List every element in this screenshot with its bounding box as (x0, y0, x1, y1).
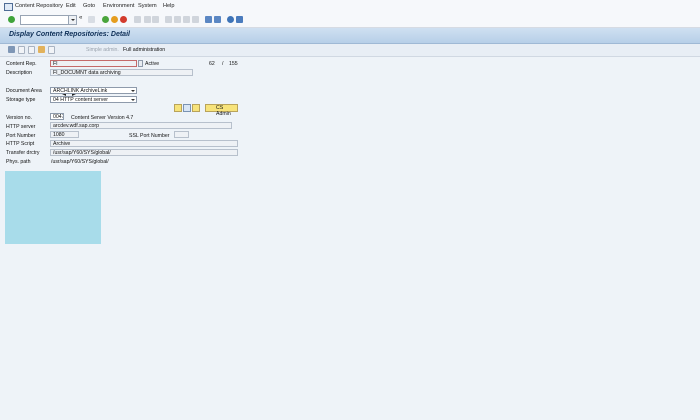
customize-layout-icon[interactable] (236, 16, 243, 23)
command-dropdown-icon[interactable] (68, 16, 76, 24)
cs-admin-button[interactable]: CS Admin (205, 104, 238, 117)
save-icon[interactable] (88, 16, 95, 23)
record-counter-current: 62 (209, 61, 215, 67)
help-icon[interactable] (227, 16, 234, 23)
enter-icon[interactable] (8, 16, 15, 23)
ssl-port-field[interactable] (174, 131, 189, 138)
simple-admin-button[interactable]: Simple admin. (86, 47, 119, 53)
title-bar: Display Content Repositories: Detail (0, 28, 700, 44)
display-change-icon[interactable] (8, 46, 15, 53)
document-area-select[interactable]: ARCHLINK ArchiveLink (50, 87, 137, 94)
connection-test-button[interactable] (174, 104, 182, 112)
menu-content-repository[interactable]: Content Repository (15, 3, 63, 9)
sap-menu-icon[interactable] (4, 3, 13, 11)
cancel-icon[interactable] (120, 16, 127, 23)
folder-icon[interactable] (38, 46, 45, 53)
ssl-port-label: SSL Port Number (129, 133, 170, 139)
record-counter-total: 155 (229, 61, 238, 67)
create-shortcut-icon[interactable] (214, 16, 221, 23)
menu-environment[interactable]: Environment (103, 3, 134, 9)
content-rep-field[interactable]: FI (50, 60, 137, 67)
storage-type-label: Storage type (6, 97, 36, 103)
settings-button[interactable] (192, 104, 200, 112)
find-next-icon[interactable] (152, 16, 159, 23)
version-field[interactable]: 0047 (50, 113, 64, 120)
description-field[interactable]: FI_DOCUMNT data archiving (50, 69, 193, 76)
version-description: Content Server Version 4.7 (71, 115, 134, 121)
http-server-field[interactable]: arcdev.wdf.sap.corp (50, 122, 232, 129)
transfer-directory-field[interactable]: /usr/sap/Y60/SYS/global/ (50, 149, 238, 156)
description-label: Description (6, 70, 32, 76)
content-rep-label: Content Rep. (6, 61, 37, 67)
command-field[interactable] (20, 15, 77, 25)
menu-goto[interactable]: Goto (83, 3, 95, 9)
full-administration-button[interactable]: Full administration (123, 47, 165, 53)
document-area-dropdown-icon[interactable] (130, 88, 136, 93)
last-page-icon[interactable] (192, 16, 199, 23)
copy-icon[interactable] (28, 46, 35, 54)
document-area-label: Document Area (6, 88, 42, 94)
http-server-label: HTTP server (6, 124, 36, 130)
http-script-label: HTTP Script (6, 141, 35, 147)
port-number-field[interactable]: 1080 (50, 131, 79, 138)
back-arrow-icon[interactable]: « (79, 15, 85, 22)
create-icon[interactable] (18, 46, 25, 54)
info-button[interactable] (183, 104, 191, 112)
find-icon[interactable] (144, 16, 151, 23)
menu-edit[interactable]: Edit (66, 3, 76, 9)
image-placeholder (5, 171, 101, 244)
standard-toolbar: « (0, 13, 700, 28)
menu-help[interactable]: Help (163, 3, 175, 9)
storage-type-select[interactable]: 04 HTTP content server (50, 96, 137, 103)
next-page-icon[interactable] (183, 16, 190, 23)
version-label: Version no. (6, 115, 32, 121)
first-page-icon[interactable] (165, 16, 172, 23)
menu-bar: Content Repository Edit Goto Environment… (0, 0, 700, 14)
http-script-field[interactable]: Archive (50, 140, 238, 147)
port-number-label: Port Number (6, 133, 36, 139)
delete-icon[interactable] (48, 46, 55, 54)
cs-admin-label: CS Admin (216, 105, 231, 117)
application-toolbar: Simple admin. Full administration (0, 44, 700, 96)
phys-path-value: /usr/sap/Y60/SYS/global/ (51, 159, 109, 165)
transfer-directory-label: Transfer drctry (6, 150, 40, 156)
page-title: Display Content Repositories: Detail (9, 31, 130, 38)
back-icon[interactable] (102, 16, 109, 23)
storage-type-dropdown-icon[interactable] (130, 97, 136, 102)
print-icon[interactable] (134, 16, 141, 23)
document-area-value: ARCHLINK ArchiveLink (53, 88, 108, 94)
phys-path-label: Phys. path (6, 159, 31, 165)
value-help-icon[interactable] (138, 60, 143, 67)
menu-system[interactable]: System (138, 3, 157, 9)
previous-page-icon[interactable] (174, 16, 181, 23)
exit-icon[interactable] (111, 16, 118, 23)
record-counter-separator: / (222, 61, 224, 67)
storage-type-value: 04 HTTP content server (53, 97, 108, 103)
new-session-icon[interactable] (205, 16, 212, 23)
status-text: Active (145, 61, 160, 67)
